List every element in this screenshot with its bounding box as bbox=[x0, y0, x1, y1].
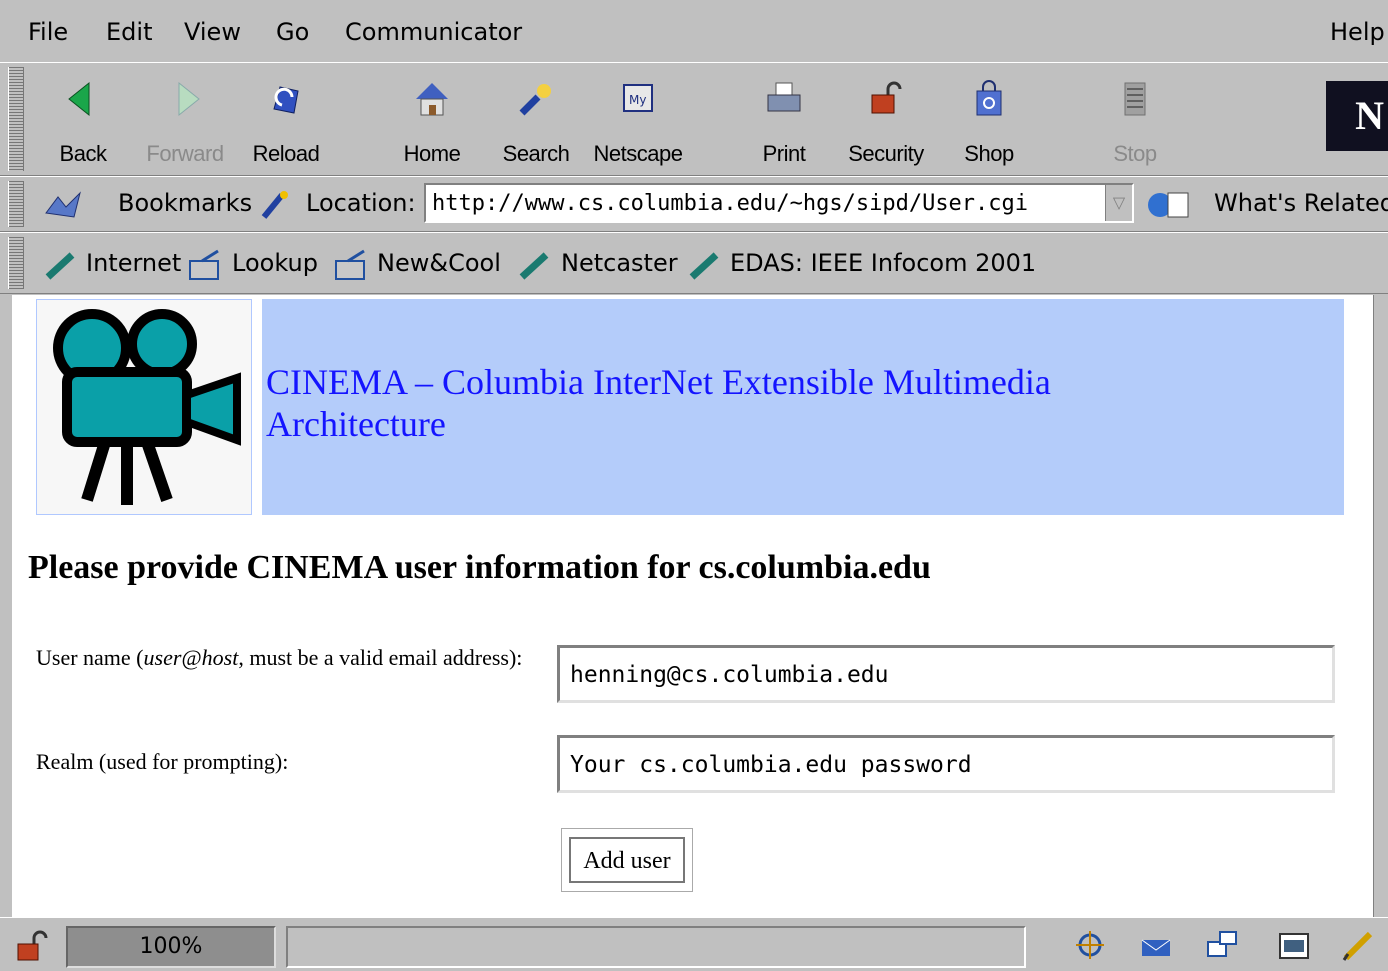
location-icon bbox=[261, 191, 288, 219]
folder-icon bbox=[189, 249, 219, 280]
discussion-icon[interactable] bbox=[1204, 928, 1240, 962]
personal-link-lookup[interactable]: Lookup bbox=[232, 249, 318, 277]
cinema-camera-logo bbox=[36, 299, 252, 515]
realm-label: Realm (used for prompting): bbox=[36, 749, 289, 774]
username-label-text: , must be a valid email address): bbox=[238, 645, 523, 670]
shop-button[interactable]: Shop bbox=[943, 73, 1035, 167]
home-icon bbox=[416, 83, 448, 116]
security-label: Security bbox=[848, 141, 924, 166]
security-lock-icon[interactable] bbox=[14, 930, 50, 962]
shop-label: Shop bbox=[964, 141, 1014, 166]
print-button[interactable]: Print bbox=[738, 73, 830, 167]
search-label: Search bbox=[502, 141, 570, 166]
menu-file[interactable]: File bbox=[28, 18, 68, 46]
back-button[interactable]: Back bbox=[37, 73, 129, 167]
bookmark-link-icon bbox=[45, 252, 75, 280]
location-label: Location: bbox=[306, 189, 416, 217]
folder-icon bbox=[335, 249, 365, 280]
stop-label: Stop bbox=[1113, 141, 1157, 166]
zoom-indicator: 100% bbox=[66, 926, 276, 968]
bookmarks-icon bbox=[45, 191, 81, 218]
reload-icon bbox=[273, 86, 299, 114]
search-button[interactable]: Search bbox=[490, 73, 582, 167]
bookmarks-button[interactable]: Bookmarks bbox=[118, 189, 252, 217]
home-label: Home bbox=[403, 141, 461, 166]
personal-link-new-cool[interactable]: New&Cool bbox=[377, 249, 501, 277]
personal-toolbar: Internet Lookup New&Cool Netcaster EDAS:… bbox=[0, 232, 1388, 294]
menu-help[interactable]: Help bbox=[1330, 18, 1385, 46]
print-label: Print bbox=[762, 141, 806, 166]
vertical-scrollbar[interactable] bbox=[1373, 295, 1388, 917]
pencil-icon[interactable] bbox=[1340, 928, 1376, 962]
username-label-example: user@host bbox=[143, 645, 239, 670]
personal-link-netcaster[interactable]: Netcaster bbox=[561, 249, 678, 277]
add-user-button[interactable]: Add user bbox=[561, 828, 693, 892]
location-toolbar: Bookmarks Location: http://www.cs.columb… bbox=[0, 176, 1388, 232]
reload-label: Reload bbox=[252, 141, 320, 166]
page-heading: Please provide CINEMA user information f… bbox=[28, 549, 931, 586]
url-field[interactable]: http://www.cs.columbia.edu/~hgs/sipd/Use… bbox=[424, 183, 1134, 223]
netscape-label: Netscape bbox=[593, 141, 683, 166]
url-dropdown-button[interactable]: ▽ bbox=[1105, 185, 1132, 221]
printer-icon bbox=[767, 82, 801, 112]
personal-link-internet[interactable]: Internet bbox=[86, 249, 181, 277]
security-button[interactable]: Security bbox=[840, 73, 932, 167]
whats-related-button[interactable]: What's Related bbox=[1214, 189, 1388, 217]
menu-view[interactable]: View bbox=[184, 18, 241, 46]
page-content: CINEMA – Columbia InterNet Extensible Mu… bbox=[12, 295, 1374, 917]
home-button[interactable]: Home bbox=[386, 73, 478, 167]
bookmark-link-icon bbox=[689, 252, 719, 280]
toolbar-grip[interactable] bbox=[8, 237, 24, 289]
username-label-text: User name ( bbox=[36, 645, 144, 670]
mail-icon[interactable] bbox=[1138, 928, 1174, 962]
stop-button[interactable]: Stop bbox=[1089, 73, 1181, 167]
forward-button[interactable]: Forward bbox=[139, 73, 231, 167]
forward-label: Forward bbox=[146, 141, 224, 166]
navigator-icon[interactable] bbox=[1072, 928, 1108, 962]
back-arrow-icon bbox=[68, 81, 90, 117]
toolbar-grip[interactable] bbox=[8, 67, 24, 171]
page-banner: CINEMA – Columbia InterNet Extensible Mu… bbox=[262, 299, 1344, 515]
whats-related-icon bbox=[1148, 192, 1189, 218]
username-value: henning@cs.columbia.edu bbox=[570, 662, 889, 688]
add-user-label: Add user bbox=[569, 837, 685, 883]
search-icon bbox=[519, 84, 551, 116]
realm-input[interactable]: Your cs.columbia.edu password bbox=[557, 735, 1335, 793]
netscape-button[interactable]: My Netscape bbox=[592, 73, 684, 167]
menu-edit[interactable]: Edit bbox=[106, 18, 152, 46]
back-label: Back bbox=[59, 141, 107, 166]
svg-text:My: My bbox=[629, 93, 646, 107]
composer-icon[interactable] bbox=[1276, 928, 1312, 962]
realm-value: Your cs.columbia.edu password bbox=[570, 752, 972, 778]
username-input[interactable]: henning@cs.columbia.edu bbox=[557, 645, 1335, 703]
forward-arrow-icon bbox=[178, 81, 200, 117]
status-message bbox=[286, 926, 1026, 968]
shopping-bag-icon bbox=[976, 80, 1002, 116]
menu-bar: File Edit View Go Communicator Help bbox=[0, 0, 1388, 62]
netscape-logo[interactable]: N bbox=[1326, 81, 1388, 151]
menu-go[interactable]: Go bbox=[276, 18, 309, 46]
banner-title: CINEMA – Columbia InterNet Extensible Mu… bbox=[266, 362, 1051, 444]
status-bar: 100% bbox=[0, 917, 1388, 971]
url-text: http://www.cs.columbia.edu/~hgs/sipd/Use… bbox=[432, 191, 1029, 216]
personal-link-edas[interactable]: EDAS: IEEE Infocom 2001 bbox=[730, 249, 1036, 277]
username-label: User name (user@host, must be a valid em… bbox=[36, 643, 536, 673]
padlock-icon bbox=[871, 81, 902, 114]
stop-icon bbox=[1124, 82, 1146, 116]
toolbar-grip[interactable] bbox=[8, 181, 24, 227]
navigation-toolbar: Back Forward Reload Home Search My Netsc… bbox=[0, 62, 1388, 176]
netscape-icon: My bbox=[623, 84, 653, 112]
bookmark-link-icon bbox=[519, 252, 549, 280]
menu-communicator[interactable]: Communicator bbox=[345, 18, 522, 46]
reload-button[interactable]: Reload bbox=[240, 73, 332, 167]
